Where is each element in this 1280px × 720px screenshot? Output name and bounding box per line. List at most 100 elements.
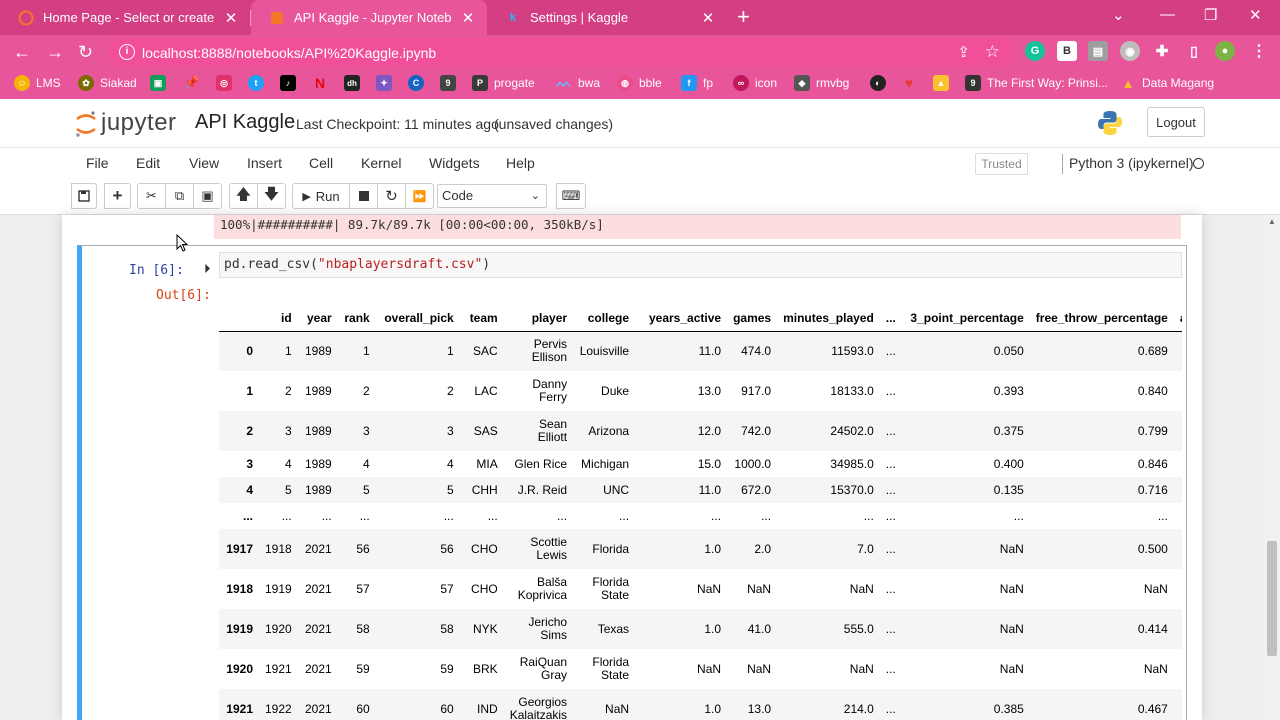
run-cell-icon[interactable]: ⏵ bbox=[204, 261, 211, 277]
back-icon[interactable]: ← bbox=[13, 42, 31, 63]
tab-settings-kaggle[interactable]: k Settings | Kaggle ✕ bbox=[487, 0, 727, 35]
bookmark-data-magang[interactable]: ▲ Data Magang bbox=[1120, 75, 1214, 91]
bookmark-lms[interactable]: ☺ LMS bbox=[14, 75, 61, 91]
table-cell: 2.0 bbox=[754, 542, 772, 556]
bookmark-label: The First Way: Prinsi... bbox=[987, 76, 1108, 90]
table-cell: ... bbox=[1157, 509, 1168, 523]
bookmark-netflix[interactable]: N bbox=[312, 75, 334, 91]
jupyter-logo[interactable]: jupyter bbox=[75, 109, 177, 137]
trusted-badge[interactable]: Trusted bbox=[975, 153, 1028, 175]
save-button[interactable] bbox=[71, 183, 97, 209]
extension-doc-icon[interactable]: ▤ bbox=[1088, 41, 1108, 61]
interrupt-button[interactable] bbox=[349, 183, 378, 209]
close-icon[interactable]: ✕ bbox=[222, 9, 240, 27]
logout-button[interactable]: Logout bbox=[1147, 107, 1205, 137]
profile-avatar[interactable]: ● bbox=[1215, 41, 1235, 61]
bookmark-tiktok[interactable]: ♪ bbox=[280, 75, 302, 91]
restore-icon[interactable]: ❐ bbox=[1204, 6, 1217, 24]
table-cell: Florida State bbox=[592, 655, 630, 682]
move-up-button[interactable]: 🡅 bbox=[229, 183, 258, 209]
bookmark-dh[interactable]: dh bbox=[344, 75, 366, 91]
grammarly-icon[interactable]: G bbox=[1025, 41, 1045, 61]
copy-button[interactable]: ⧉ bbox=[165, 183, 194, 209]
notebook-name[interactable]: API Kaggle bbox=[195, 111, 295, 134]
bookmark-icon[interactable]: ∞ icon bbox=[733, 75, 777, 91]
table-cell: 0.400 bbox=[993, 457, 1024, 471]
menu-insert[interactable]: Insert bbox=[247, 155, 282, 171]
share-icon[interactable]: ⇪ bbox=[957, 43, 970, 61]
bookmark-instagram[interactable]: ◎ bbox=[216, 75, 238, 91]
bookmark-heart[interactable]: ♥ bbox=[901, 75, 923, 91]
menu-help[interactable]: Help bbox=[506, 155, 535, 171]
bookmark-classroom[interactable]: ▣ bbox=[150, 75, 172, 91]
page-scrollbar[interactable]: ▲ bbox=[1264, 215, 1280, 720]
table-cell: 15.0 bbox=[697, 457, 722, 471]
url-bar[interactable]: i localhost:8888/notebooks/API%20Kaggle.… bbox=[108, 38, 1014, 67]
tab-home-page[interactable]: Home Page - Select or create a n ✕ bbox=[0, 0, 250, 35]
menu-kernel[interactable]: Kernel bbox=[361, 155, 401, 171]
extension-b-icon[interactable]: B bbox=[1057, 41, 1077, 61]
bookmark-photo[interactable]: ▲ bbox=[933, 75, 955, 91]
bookmark-canva[interactable]: C bbox=[408, 75, 430, 91]
extension-camera-icon[interactable]: ◉ bbox=[1120, 41, 1140, 61]
close-icon[interactable]: ✕ bbox=[459, 9, 477, 27]
table-cell: 13.0 bbox=[697, 384, 722, 398]
table-cell: ... bbox=[885, 662, 896, 676]
table-cell-truncated bbox=[1174, 649, 1182, 689]
cell-type-select[interactable]: Code ⌄ bbox=[437, 184, 547, 208]
menu-file[interactable]: File bbox=[86, 155, 109, 171]
code-editor[interactable]: pd.read_csv("nbaplayersdraft.csv") bbox=[219, 252, 1182, 278]
command-palette-button[interactable]: ⌨ bbox=[556, 183, 586, 209]
bookmark-siakad[interactable]: ✿ Siakad bbox=[78, 75, 137, 91]
bookmark-progate[interactable]: Pprogate bbox=[472, 75, 535, 91]
table-cell: Pervis Ellison bbox=[531, 337, 568, 365]
move-down-button[interactable]: 🡇 bbox=[257, 183, 286, 209]
python-logo-icon bbox=[1096, 109, 1124, 142]
table-row: 4 5 1989 5 5 CHH J.R. Reid UNC 11.0 672.0 15370.0.… bbox=[219, 477, 1182, 503]
bookmark-first-way[interactable]: 9 The First Way: Prinsi... bbox=[965, 75, 1108, 91]
table-row: 1 2 1989 2 2 LAC Danny Ferry Duke 13.0 917.0 18133… bbox=[219, 371, 1182, 411]
tab-api-kaggle[interactable]: API Kaggle - Jupyter Notebook ✕ bbox=[251, 0, 487, 35]
table-cell: 18133.0 bbox=[830, 384, 874, 398]
bookmark-twitter[interactable]: t bbox=[248, 75, 270, 91]
bookmark-bble[interactable]: ◍ bble bbox=[617, 75, 662, 91]
bookmark-figma[interactable]: ✦ bbox=[376, 75, 398, 91]
bookmark-rmvbg[interactable]: ◆ rmvbg bbox=[794, 75, 849, 91]
table-cell: 555.0 bbox=[843, 622, 874, 636]
tab-search-icon[interactable]: ⌄ bbox=[1112, 6, 1125, 24]
close-icon[interactable]: ✕ bbox=[699, 9, 717, 27]
bookmark-circle[interactable]: ◐ bbox=[870, 75, 892, 91]
minimize-icon[interactable]: — bbox=[1160, 6, 1175, 23]
info-icon[interactable]: i bbox=[119, 44, 135, 60]
row-index: 1918 bbox=[226, 582, 253, 596]
bookmark-g[interactable]: 9 bbox=[440, 75, 462, 91]
cut-button[interactable]: ✂ bbox=[137, 183, 166, 209]
scroll-up-arrow-icon[interactable]: ▲ bbox=[1268, 217, 1276, 226]
row-index: 1919 bbox=[226, 622, 253, 636]
reload-icon[interactable]: ↻ bbox=[78, 42, 93, 63]
extensions-puzzle-icon[interactable]: ✚ bbox=[1152, 41, 1172, 61]
new-tab-icon[interactable]: + bbox=[737, 4, 750, 30]
menu-cell[interactable]: Cell bbox=[309, 155, 333, 171]
bookmark-fp[interactable]: f fp bbox=[681, 75, 713, 91]
table-cell: Michigan bbox=[581, 456, 630, 471]
bookmark-pin[interactable]: 📌 bbox=[184, 75, 206, 91]
menu-edit[interactable]: Edit bbox=[136, 155, 160, 171]
paste-icon: ▣ bbox=[201, 188, 214, 203]
menu-view[interactable]: View bbox=[189, 155, 219, 171]
browser-menu-icon[interactable]: ⋮ bbox=[1249, 41, 1269, 61]
restart-run-all-button[interactable]: ⏩ bbox=[405, 183, 434, 209]
kernel-name[interactable]: Python 3 (ipykernel) bbox=[1069, 155, 1194, 171]
forward-icon[interactable]: → bbox=[46, 42, 64, 63]
menu-widgets[interactable]: Widgets bbox=[429, 155, 480, 171]
restart-button[interactable]: ↻ bbox=[377, 183, 406, 209]
bookmark-star-icon[interactable]: ☆ bbox=[985, 42, 1000, 62]
bookmark-bwa[interactable]: ᨓ bwa bbox=[556, 75, 600, 91]
side-panel-icon[interactable]: ▯ bbox=[1184, 41, 1204, 61]
run-button[interactable]: ▶ Run bbox=[292, 183, 350, 209]
code-cell-selected[interactable]: In [6]: ⏵ pd.read_csv("nbaplayersdraft.c… bbox=[77, 245, 1187, 720]
paste-button[interactable]: ▣ bbox=[193, 183, 222, 209]
close-window-icon[interactable]: ✕ bbox=[1249, 6, 1262, 24]
insert-cell-button[interactable]: + bbox=[104, 183, 131, 209]
scrollbar-thumb[interactable] bbox=[1267, 541, 1277, 656]
